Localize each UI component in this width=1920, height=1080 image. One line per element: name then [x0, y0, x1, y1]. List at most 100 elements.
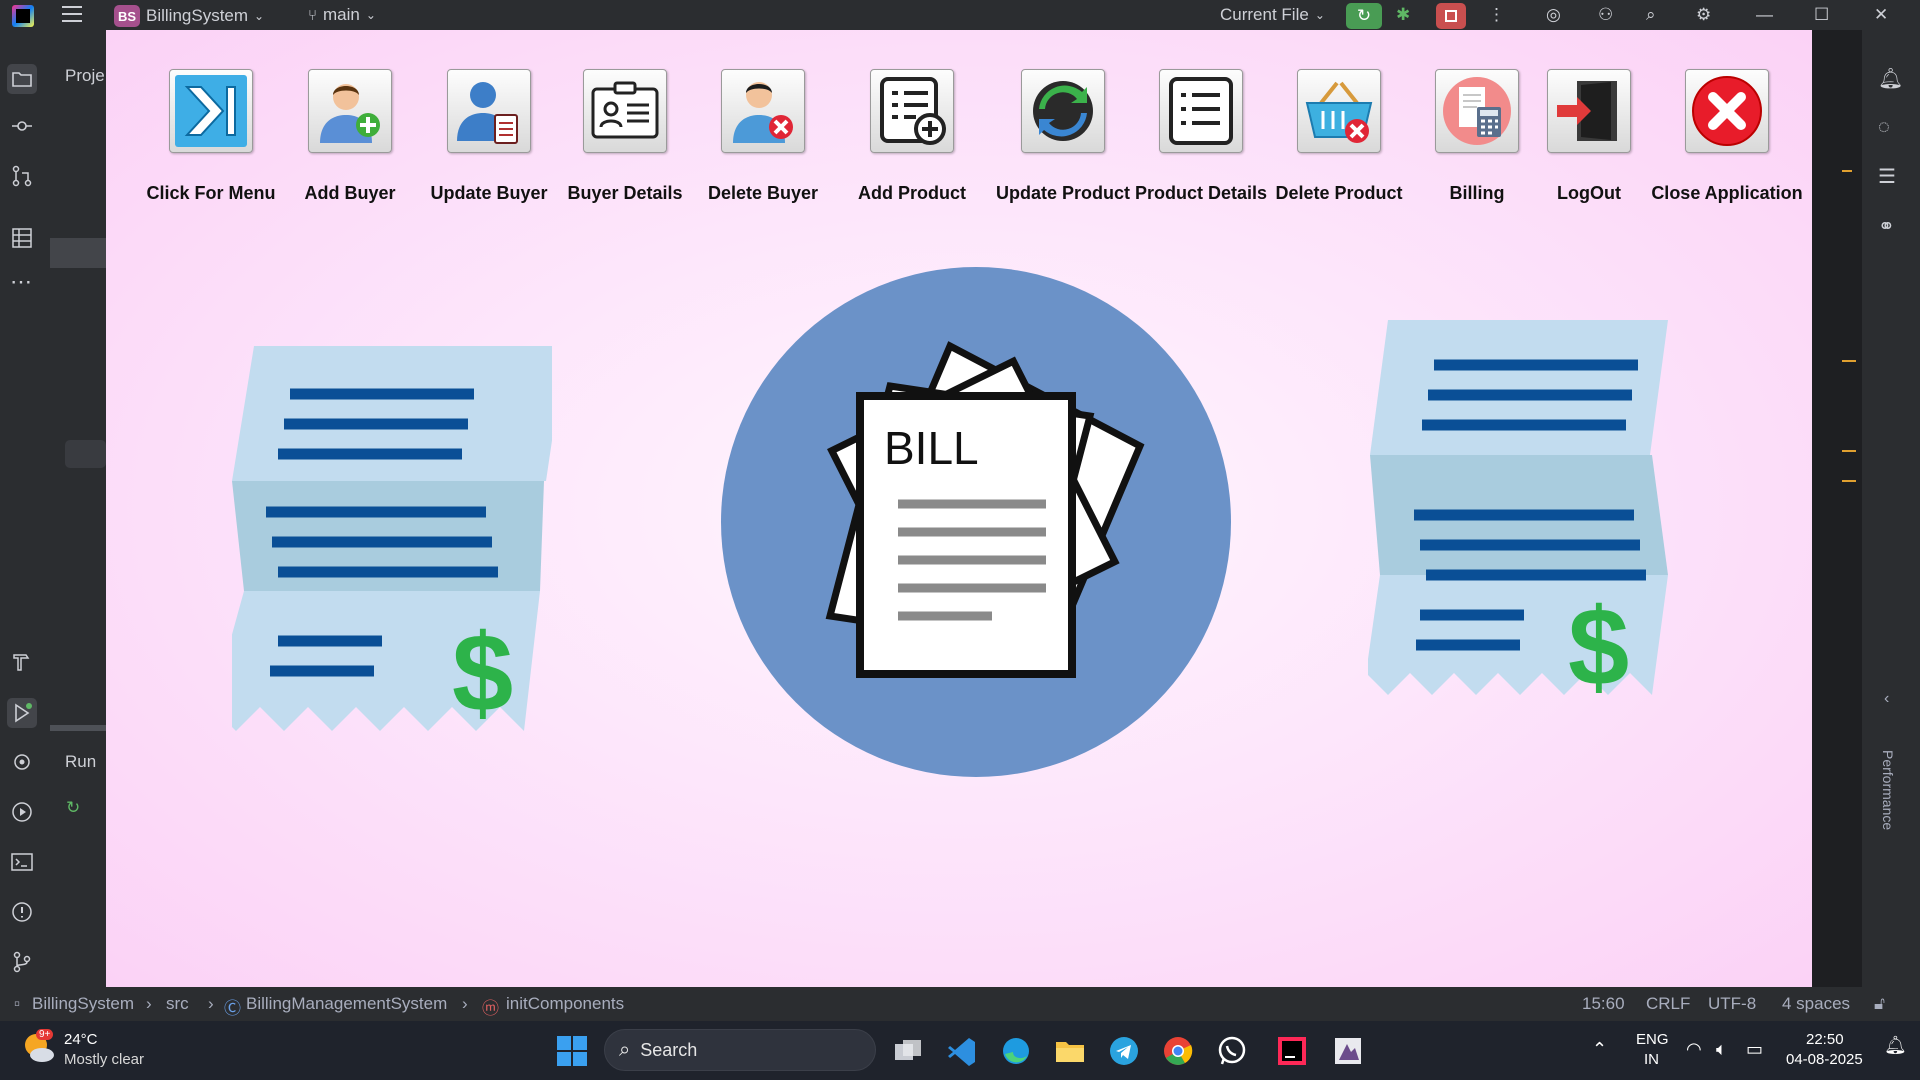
list-icon[interactable]: [1159, 69, 1243, 153]
search-everywhere-button[interactable]: ⌕: [1646, 5, 1656, 25]
chrome-icon: [1164, 1037, 1193, 1065]
git-tool-button[interactable]: [10, 950, 34, 974]
language-region[interactable]: IN: [1644, 1051, 1659, 1068]
structure-icon: [12, 228, 32, 248]
tree-scroll-item[interactable]: [65, 440, 106, 468]
hammer-icon: [13, 654, 30, 671]
whatsapp-icon: [1218, 1036, 1246, 1065]
selected-tree-row[interactable]: [50, 238, 106, 268]
java-app[interactable]: [1330, 1033, 1366, 1069]
commit-tool-button[interactable]: [10, 114, 34, 138]
performance-tab[interactable]: Performance: [1880, 750, 1896, 830]
add-list-icon[interactable]: [870, 69, 954, 153]
more-actions-button[interactable]: ⋮: [1488, 5, 1505, 25]
chrome-app[interactable]: [1160, 1033, 1196, 1069]
dollar-sign-left: $: [452, 612, 513, 735]
run-tool-button[interactable]: [7, 698, 37, 728]
wifi-icon[interactable]: ◠: [1686, 1039, 1702, 1060]
ide-logo[interactable]: [12, 5, 34, 27]
panel-splitter[interactable]: [50, 725, 106, 731]
minimize-button[interactable]: —: [1756, 5, 1773, 25]
breadcrumb-class[interactable]: BillingManagementSystem: [246, 994, 447, 1014]
update-user-icon[interactable]: [447, 69, 531, 153]
logout-door-icon[interactable]: [1547, 69, 1631, 153]
maximize-button[interactable]: ☐: [1814, 5, 1829, 25]
chevron-down-icon: ⌄: [365, 8, 376, 22]
notification-center-icon[interactable]: 🔔︎: [1884, 1035, 1907, 1056]
ide-right-tool-strip: 🔔︎ ◌ ☰ ⚭ ‹ Performance: [1862, 30, 1920, 987]
more-tools-button[interactable]: ⋯: [10, 271, 34, 298]
task-view-button[interactable]: [890, 1033, 926, 1069]
delete-basket-icon[interactable]: [1297, 69, 1381, 153]
chevron-right-icon: ›: [462, 994, 468, 1013]
intellij-app[interactable]: [1274, 1033, 1310, 1069]
account-button[interactable]: ⚇: [1598, 5, 1613, 25]
clock-time[interactable]: 22:50: [1806, 1031, 1844, 1048]
search-placeholder: Search: [640, 1039, 698, 1060]
run-config-selector[interactable]: Current File ⌄: [1220, 5, 1325, 25]
chevron-up-icon[interactable]: ⌃: [1592, 1039, 1607, 1060]
project-selector[interactable]: BS BillingSystem ⌄: [114, 5, 264, 27]
add-user-icon[interactable]: [308, 69, 392, 153]
main-menu-button[interactable]: [62, 5, 84, 23]
ai-assistant-button[interactable]: ◎: [1546, 5, 1561, 25]
delete-user-icon[interactable]: [721, 69, 805, 153]
ai-chat-icon[interactable]: ◌: [1878, 116, 1890, 139]
start-button[interactable]: [554, 1033, 590, 1069]
minimize-icon: —: [1756, 5, 1773, 24]
database-icon[interactable]: ☰: [1878, 164, 1896, 189]
method-icon: ⓜ: [482, 999, 499, 1018]
settings-button[interactable]: ⚙: [1696, 5, 1711, 25]
services-tool-button[interactable]: [10, 750, 34, 774]
python-console-icon[interactable]: ⚭: [1878, 214, 1895, 239]
clock-date[interactable]: 04-08-2025: [1786, 1051, 1863, 1068]
weather-widget[interactable]: 9+: [22, 1029, 56, 1065]
branch-selector[interactable]: ⑂ main ⌄: [308, 5, 376, 25]
vscode-app[interactable]: [944, 1033, 980, 1069]
windows-logo-icon: [557, 1036, 587, 1066]
taskbar-search[interactable]: ⌕ Search: [604, 1029, 876, 1071]
windows-taskbar: 9+ 24°C Mostly clear ⌕ Search ⌃ ENG IN ◠…: [0, 1021, 1920, 1080]
file-encoding[interactable]: UTF-8: [1708, 994, 1756, 1014]
breadcrumb-method[interactable]: initComponents: [506, 994, 624, 1014]
rerun-button[interactable]: ↻: [1346, 3, 1382, 29]
build-tool-button[interactable]: [10, 650, 34, 674]
battery-icon[interactable]: ▭: [1746, 1039, 1763, 1060]
breadcrumb-src[interactable]: src: [166, 994, 189, 1014]
breadcrumb-project[interactable]: BillingSystem: [32, 994, 134, 1014]
terminal-tool-button[interactable]: [10, 850, 34, 874]
stop-button[interactable]: [1436, 3, 1466, 29]
problems-tool-button[interactable]: [10, 900, 34, 924]
id-card-icon[interactable]: [583, 69, 667, 153]
billing-app-window: Click For Menu Add Buyer Update Buyer Bu…: [106, 30, 1812, 987]
line-separator[interactable]: CRLF: [1646, 994, 1690, 1014]
debug-tool-button[interactable]: [10, 800, 34, 824]
telegram-app[interactable]: [1106, 1033, 1142, 1069]
cursor-position[interactable]: 15:60: [1582, 994, 1625, 1014]
edge-app[interactable]: [998, 1033, 1034, 1069]
notifications-bell-icon[interactable]: 🔔︎: [1878, 66, 1903, 91]
volume-icon[interactable]: 🔈︎: [1716, 1039, 1727, 1060]
language-primary[interactable]: ENG: [1636, 1031, 1669, 1048]
indent-setting[interactable]: 4 spaces: [1782, 994, 1850, 1014]
lock-icon[interactable]: 🔓︎: [1874, 994, 1885, 1014]
pull-requests-button[interactable]: [10, 164, 34, 188]
project-tool-button[interactable]: [7, 64, 37, 94]
calculator-receipt-icon[interactable]: [1435, 69, 1519, 153]
window-close-button[interactable]: ✕: [1874, 5, 1888, 25]
bill-title: BILL: [884, 422, 979, 474]
structure-tool-button[interactable]: [10, 226, 34, 250]
horizontal-dots-icon: ⋯: [10, 269, 32, 294]
refresh-icon[interactable]: [1021, 69, 1105, 153]
close-circle-icon[interactable]: [1685, 69, 1769, 153]
chevron-left-icon[interactable]: ‹: [1884, 690, 1889, 708]
debug-button[interactable]: ✱: [1396, 5, 1410, 25]
file-explorer-app[interactable]: [1052, 1033, 1088, 1069]
menu-arrow-icon[interactable]: [169, 69, 253, 153]
ide-titlebar: BS BillingSystem ⌄ ⑂ main ⌄ Current File…: [0, 0, 1920, 30]
gutter-marker: [1842, 360, 1856, 362]
whatsapp-app[interactable]: [1214, 1033, 1250, 1069]
menu-label-close-application: Close Application: [1651, 183, 1803, 203]
rerun-icon[interactable]: ↻: [66, 798, 80, 818]
branch-name: main: [323, 5, 360, 24]
